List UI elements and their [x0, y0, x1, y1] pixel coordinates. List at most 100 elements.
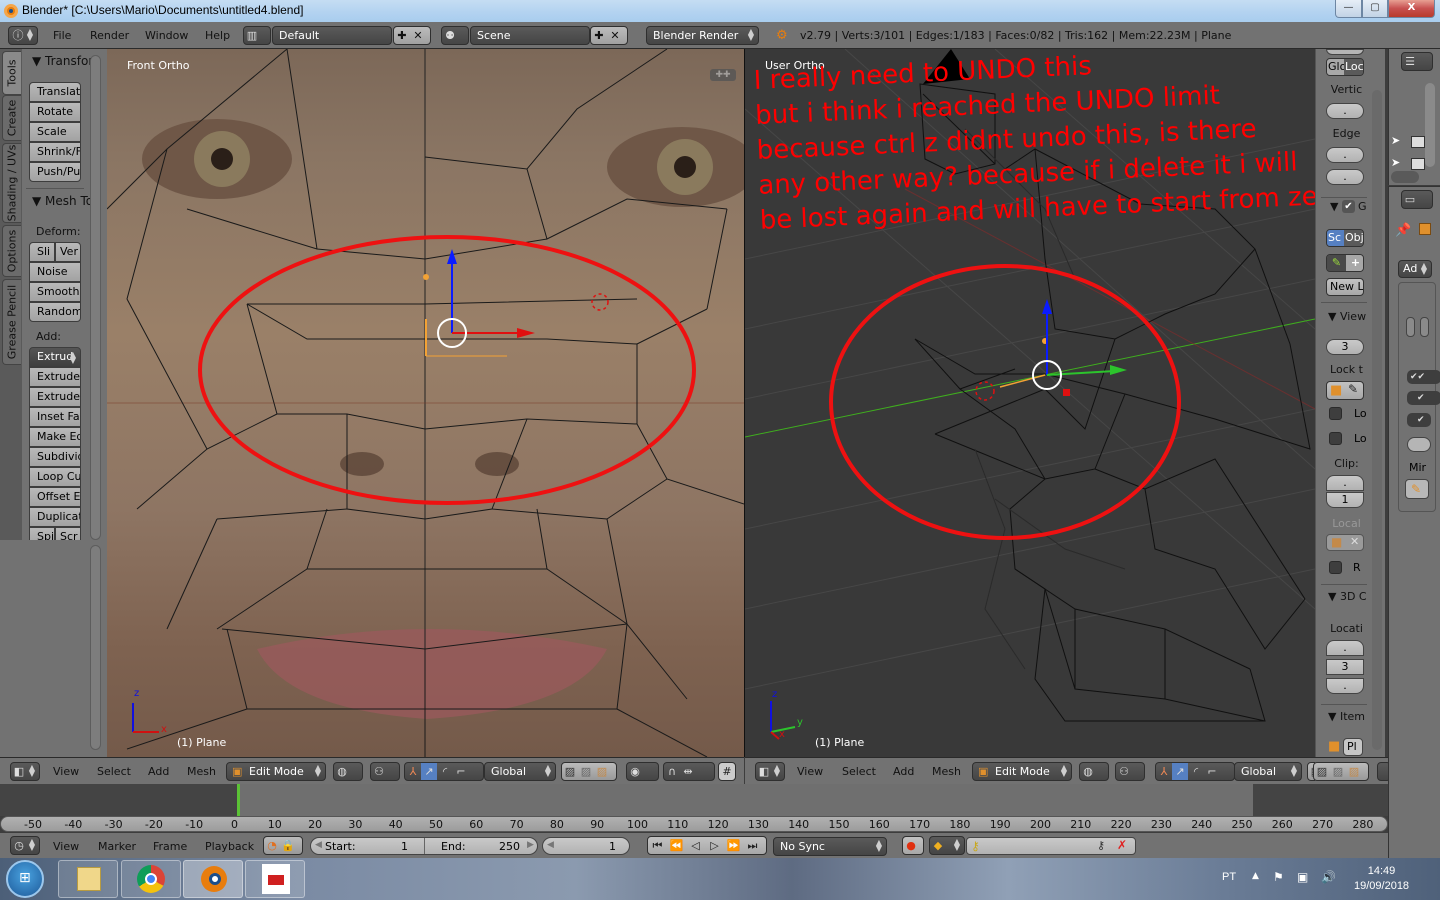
taskbar-blender[interactable]	[183, 860, 243, 898]
menu-playback[interactable]: Playback	[205, 840, 254, 853]
render-engine-dropdown[interactable]: Blender Render ▲ ▼	[646, 26, 759, 45]
scene-icon-button[interactable]: ⚉	[441, 26, 469, 45]
show-hidden-icons[interactable]: ▲	[1252, 871, 1259, 881]
snap-element-icon[interactable]: ⇹	[680, 763, 696, 780]
vertex-slide-button[interactable]: Ver	[55, 242, 81, 262]
add-icon[interactable]: +	[1346, 255, 1363, 271]
loop-cut-button[interactable]: Loop Cut	[29, 467, 81, 487]
grease-pencil-panel-header[interactable]: ▼ ✔ G	[1330, 200, 1367, 213]
noise-button[interactable]: Noise	[29, 262, 81, 282]
face-select-icon[interactable]: ▨	[1346, 763, 1362, 780]
tab-create[interactable]: Create	[2, 95, 21, 141]
add-modifier-dropdown[interactable]: Ad ▲ ▼	[1398, 260, 1432, 278]
local-toggle[interactable]: Loc	[1344, 59, 1363, 75]
transform-orientation-dropdown[interactable]: Global ▲ ▼	[1234, 762, 1302, 781]
taskbar-app[interactable]	[245, 860, 305, 898]
properties-region-scrollbar[interactable]	[1372, 90, 1382, 750]
menu-file[interactable]: File	[53, 29, 71, 42]
local-camera-field[interactable]: ■ ✕	[1326, 534, 1364, 551]
play-icon[interactable]: ▷	[705, 837, 724, 854]
editor-type-button[interactable]: ◧ ▲ ▼	[10, 762, 40, 781]
pin-icon[interactable]: 📌	[1395, 223, 1411, 238]
tab-tools[interactable]: Tools	[2, 51, 21, 95]
mirror-bisect-toggles[interactable]: ✔	[1407, 391, 1440, 405]
translate-button[interactable]: Translat	[29, 82, 81, 102]
cursor-location-x[interactable]: .	[1326, 640, 1364, 656]
clip-start-field[interactable]: .	[1326, 475, 1364, 491]
manipulator-toggle-icon[interactable]: ⅄	[405, 763, 421, 780]
vertex-select-icon[interactable]: ▨	[562, 763, 578, 780]
viewport-front-ortho[interactable]: Front Ortho z x (1) Plane ✚✚	[107, 49, 744, 757]
toggle-icon[interactable]	[1420, 317, 1429, 337]
clock-icon[interactable]: ◔	[264, 837, 280, 854]
chevron-left-icon[interactable]: ◀	[315, 840, 322, 850]
gizmo-z-arrow[interactable]	[1042, 299, 1052, 314]
pencil-icon[interactable]: ✎	[1327, 255, 1346, 271]
scale-button[interactable]: Scale	[29, 122, 81, 142]
scale-manipulator-icon[interactable]: ⌐	[1204, 763, 1220, 780]
rotate-manipulator-icon[interactable]: ◜	[437, 763, 453, 780]
start-value[interactable]: 1	[401, 840, 408, 853]
menu-mesh[interactable]: Mesh	[932, 765, 961, 778]
rotate-button[interactable]: Rotate	[29, 102, 81, 122]
pivot-point-button[interactable]: ⚇	[1115, 762, 1145, 781]
menu-select[interactable]: Select	[842, 765, 876, 778]
extrude-dropdown[interactable]: Extrud ▲ ▼	[29, 347, 81, 367]
subdivide-button[interactable]: Subdivid	[29, 447, 81, 467]
volume-icon[interactable]: 🔊	[1321, 870, 1336, 884]
jump-keyframe-forward-icon[interactable]: ⏩	[724, 837, 743, 854]
operator-panel-scrollbar[interactable]	[90, 545, 101, 750]
menu-render[interactable]: Render	[90, 29, 129, 42]
translate-manipulator-icon[interactable]: ↗	[1172, 763, 1188, 780]
editor-type-button[interactable]: ◧ ▲ ▼	[755, 762, 785, 781]
lock-cursor-checkbox[interactable]	[1329, 407, 1342, 420]
extrude-individual-button[interactable]: Extrude I	[29, 387, 81, 407]
duplicate-button[interactable]: Duplicat	[29, 507, 81, 527]
pivot-point-button[interactable]: ⚇	[370, 762, 400, 781]
jump-start-icon[interactable]: ⏮	[648, 837, 667, 854]
new-layer-button[interactable]: New L	[1326, 278, 1364, 296]
current-frame-marker[interactable]	[237, 784, 240, 816]
edge-select-icon[interactable]: ▨	[1330, 763, 1346, 780]
menu-window[interactable]: Window	[145, 29, 188, 42]
remove-scene-button[interactable]: ✕	[607, 27, 623, 44]
make-edge-face-button[interactable]: Make Ed	[29, 427, 81, 447]
tab-shading-uvs[interactable]: Shading / UVs	[2, 143, 21, 223]
viewport-shading-button[interactable]: ◍	[333, 762, 363, 781]
lock-icon[interactable]: 🔒	[280, 837, 296, 854]
current-frame-field[interactable]: ◀ 1	[542, 837, 630, 855]
slide-button[interactable]: Sli	[29, 242, 55, 262]
object-data-icon[interactable]	[1419, 223, 1431, 235]
face-select-icon[interactable]: ▨	[594, 763, 610, 780]
taskbar-explorer[interactable]	[58, 860, 118, 898]
menu-select[interactable]: Select	[97, 765, 131, 778]
menu-help[interactable]: Help	[205, 29, 230, 42]
properties-editor-button[interactable]: ▭	[1401, 190, 1433, 209]
sync-mode-dropdown[interactable]: No Sync ▲ ▼	[773, 837, 887, 856]
toggle-icon[interactable]	[1406, 317, 1415, 337]
field-top[interactable]	[1326, 49, 1364, 55]
tab-grease-pencil[interactable]: Grease Pencil	[2, 279, 21, 365]
tab-options[interactable]: Options	[2, 225, 21, 277]
taskbar-chrome[interactable]	[121, 860, 181, 898]
cursor-location-z[interactable]: .	[1326, 678, 1364, 694]
language-indicator[interactable]: PT	[1222, 871, 1236, 883]
render-border-checkbox[interactable]	[1329, 561, 1342, 574]
add-layout-button[interactable]: ✚	[394, 27, 410, 44]
action-center-flag-icon[interactable]: ⚑	[1273, 870, 1284, 884]
transform-orientation-dropdown[interactable]: Global ▲ ▼	[484, 762, 556, 781]
mode-dropdown[interactable]: ▣ Edit Mode ▲ ▼	[972, 762, 1072, 781]
checkbox-icon[interactable]: ✔	[1342, 200, 1355, 213]
render-icon[interactable]	[1411, 158, 1425, 170]
clear-icon[interactable]: ✕	[1350, 535, 1359, 548]
mode-dropdown[interactable]: ▣ Edit Mode ▲ ▼	[226, 762, 326, 781]
editor-type-button[interactable]: ⓘ ▲ ▼	[8, 26, 38, 45]
record-button[interactable]: ●	[902, 836, 924, 855]
gizmo-x-handle[interactable]	[1063, 389, 1070, 396]
mirror-axis-toggles[interactable]: ✔✔	[1407, 370, 1440, 384]
scene-toggle[interactable]: Sc	[1327, 230, 1344, 246]
gizmo-y-arrow[interactable]	[1110, 365, 1127, 375]
editor-type-button[interactable]: ◷ ▲ ▼	[10, 836, 40, 855]
lock-object-field[interactable]: ■ ✎	[1326, 381, 1364, 400]
keying-set-field[interactable]: ⚷ ⚷ ✗	[966, 837, 1136, 855]
